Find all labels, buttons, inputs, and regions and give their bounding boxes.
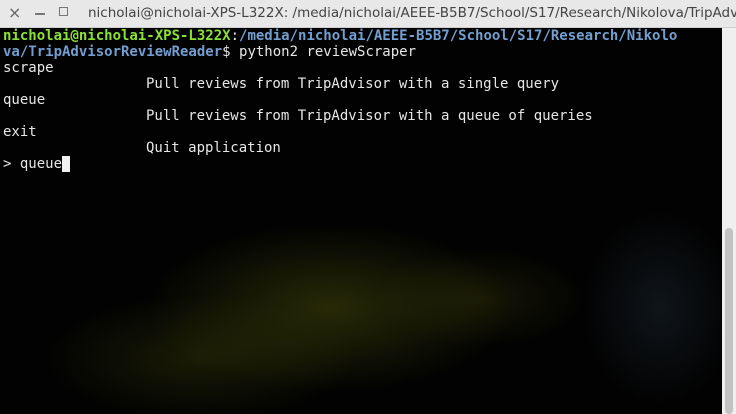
- input-prompt: >: [3, 156, 20, 172]
- text-cursor: [62, 156, 71, 172]
- menu-description-queue: Pull reviews from TripAdvisor with a que…: [146, 108, 593, 124]
- close-icon[interactable]: ×: [8, 5, 22, 21]
- prompt-path: /media/nicholai/AEEE-B5B7/School/S17/Res…: [239, 28, 678, 44]
- prompt-separator: :: [230, 28, 240, 44]
- input-line[interactable]: > queue: [3, 156, 71, 172]
- title-bar: × nicholai@nicholai-XPS-L322X: /media/ni…: [0, 0, 736, 28]
- menu-option-exit: exit: [3, 124, 37, 140]
- maximize-icon[interactable]: [59, 7, 68, 16]
- menu-description-exit: Quit application: [146, 140, 281, 156]
- menu-option-queue: queue: [3, 92, 46, 108]
- minimize-icon[interactable]: [35, 13, 45, 15]
- prompt-user: nicholai@nicholai-XPS-L322X: [3, 28, 231, 44]
- window-title: nicholai@nicholai-XPS-L322X: /media/nich…: [88, 5, 736, 21]
- scrollbar-thumb[interactable]: [725, 228, 733, 414]
- prompt-line-1: nicholai@nicholai-XPS-L322X:/media/nicho…: [3, 28, 677, 44]
- prompt-symbol: $: [222, 44, 231, 60]
- prompt-line-2: va/TripAdvisorReviewReader$ python2 revi…: [3, 44, 416, 60]
- prompt-path-continued: va/TripAdvisorReviewReader: [3, 44, 223, 60]
- scrollbar[interactable]: [722, 28, 736, 414]
- terminal-output[interactable]: nicholai@nicholai-XPS-L322X:/media/nicho…: [0, 28, 722, 414]
- menu-option-scrape: scrape: [3, 60, 54, 76]
- input-value[interactable]: queue: [20, 156, 62, 172]
- command-text: python2 reviewScraper: [230, 44, 417, 60]
- menu-description-scrape: Pull reviews from TripAdvisor with a sin…: [146, 76, 560, 92]
